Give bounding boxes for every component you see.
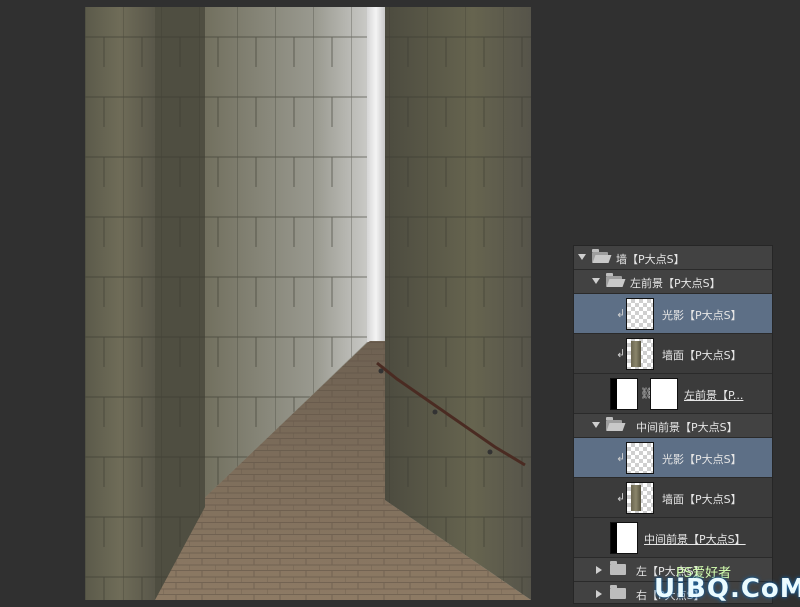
layer-thumbnail	[626, 338, 654, 370]
folder-icon	[610, 585, 626, 599]
layer-light-shadow[interactable]: ↲ 光影【P大点S】	[574, 294, 772, 334]
chevron-right-icon[interactable]	[596, 590, 602, 598]
layer-label: 光影【P大点S】	[662, 453, 742, 466]
layer-wall-surface[interactable]: ↲ 墙面【P大点S】	[574, 478, 772, 518]
layer-group-wall[interactable]: 墙【P大点S】	[574, 246, 772, 270]
watermark-logo-text: UiBQ.CoM	[654, 574, 800, 604]
layers-panel: 墙【P大点S】 左前景【P大点S】 ↲ 光影【P大点S】 ↲ 墙面【P大点S】 …	[573, 245, 773, 604]
group-label: 墙【P大点S】	[616, 253, 685, 266]
chevron-down-icon[interactable]	[592, 422, 600, 428]
layer-light-shadow[interactable]: ↲ 光影【P大点S】	[574, 438, 772, 478]
layer-thumbnail	[610, 378, 638, 410]
layer-group-left-foreground[interactable]: 左前景【P大点S】	[574, 270, 772, 294]
layer-thumbnail	[610, 522, 638, 554]
layer-label: 墙面【P大点S】	[662, 493, 742, 506]
layer-thumbnail	[626, 482, 654, 514]
layer-thumbnail	[626, 442, 654, 474]
folder-icon	[610, 561, 626, 575]
folder-open-icon	[606, 417, 622, 431]
layer-label: 左前景【P...	[684, 389, 744, 402]
layer-middle-foreground[interactable]: 中间前景【P大点S】	[574, 518, 772, 558]
clipping-mask-icon: ↲	[616, 491, 626, 504]
layer-thumbnail	[626, 298, 654, 330]
layer-label: 光影【P大点S】	[662, 309, 742, 322]
folder-open-icon	[592, 249, 608, 263]
chevron-down-icon[interactable]	[578, 254, 586, 260]
clipping-mask-icon: ↲	[616, 347, 626, 360]
chevron-right-icon[interactable]	[596, 566, 602, 574]
layer-mask-thumbnail[interactable]	[650, 378, 678, 410]
layer-label: 墙面【P大点S】	[662, 349, 742, 362]
clipping-mask-icon: ↲	[616, 451, 626, 464]
folder-open-icon	[606, 273, 622, 287]
group-label: 左前景【P大点S】	[630, 277, 721, 290]
clipping-mask-icon: ↲	[616, 307, 626, 320]
artwork-image	[85, 7, 531, 600]
chevron-down-icon[interactable]	[592, 278, 600, 284]
layer-label: 中间前景【P大点S】	[644, 533, 746, 546]
layer-group-middle-foreground[interactable]: 中间前景【P大点S】	[574, 414, 772, 438]
layer-left-foreground[interactable]: ⛓ 左前景【P...	[574, 374, 772, 414]
layer-wall-surface[interactable]: ↲ 墙面【P大点S】	[574, 334, 772, 374]
group-label: 中间前景【P大点S】	[636, 421, 738, 434]
